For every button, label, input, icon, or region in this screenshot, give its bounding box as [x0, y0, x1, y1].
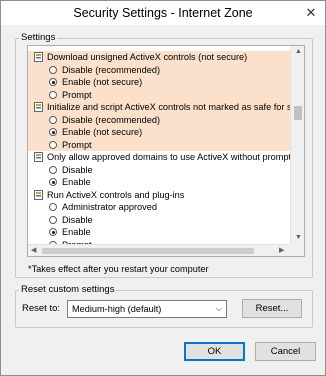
horizontal-scroll-thumb[interactable]	[42, 248, 254, 254]
close-button[interactable]: ✕	[303, 5, 319, 21]
setting-header-label: Download unsigned ActiveX controls (not …	[47, 52, 248, 62]
radio-selected-icon[interactable]	[49, 78, 57, 86]
vertical-scroll-thumb[interactable]	[294, 106, 302, 120]
setting-option-label: Disable (recommended)	[62, 64, 161, 75]
reset-level-select[interactable]: Medium-high (default) ⌵	[67, 300, 227, 318]
setting-option-label: Enable (not secure)	[62, 77, 143, 87]
ok-button[interactable]: OK	[184, 342, 245, 361]
radio-unselected-icon[interactable]	[49, 165, 57, 174]
scrollbar-corner	[290, 244, 304, 256]
security-settings-dialog: Security Settings - Internet Zone ✕ Sett…	[0, 0, 326, 376]
reset-to-label: Reset to:	[22, 303, 61, 314]
horizontal-scrollbar[interactable]: ◀ ▶	[28, 244, 290, 256]
scroll-up-arrow-icon[interactable]: ▲	[295, 47, 302, 57]
setting-option-label: Prompt	[62, 139, 92, 150]
scroll-left-arrow-icon[interactable]: ◀	[31, 246, 36, 256]
cancel-button[interactable]: Cancel	[255, 342, 316, 361]
setting-option-label: Enable (not secure)	[62, 127, 143, 137]
setting-header: Initialize and script ActiveX controls n…	[28, 101, 290, 114]
scroll-right-arrow-icon[interactable]: ▶	[279, 246, 284, 256]
setting-header-label: Initialize and script ActiveX controls n…	[47, 102, 290, 112]
setting-header-label: Run ActiveX controls and plug-ins	[47, 189, 185, 200]
setting-header-label: Only allow approved domains to use Activ…	[47, 152, 290, 162]
setting-option-label: Administrator approved	[62, 202, 157, 212]
settings-icon	[34, 52, 43, 62]
vertical-scrollbar[interactable]: ▲ ▼	[290, 46, 304, 244]
radio-unselected-icon[interactable]	[49, 65, 57, 74]
setting-option-label: Disable (recommended)	[62, 114, 161, 125]
radio-unselected-icon[interactable]	[49, 203, 57, 211]
setting-option[interactable]: Prompt	[28, 138, 290, 151]
setting-option-label: Enable	[62, 227, 91, 237]
reset-button[interactable]: Reset...	[242, 299, 302, 318]
setting-option-label: Prompt	[62, 89, 92, 100]
radio-selected-icon[interactable]	[49, 128, 57, 136]
settings-group-label: Settings	[19, 32, 58, 43]
radio-selected-icon[interactable]	[49, 228, 57, 236]
window-title: Security Settings - Internet Zone	[73, 6, 253, 20]
title-bar: Security Settings - Internet Zone ✕	[1, 1, 325, 25]
setting-option[interactable]: Disable (recommended)	[28, 113, 290, 126]
setting-option[interactable]: Disable (recommended)	[28, 63, 290, 76]
settings-icon	[34, 102, 43, 112]
radio-unselected-icon[interactable]	[49, 115, 57, 124]
settings-icon	[34, 189, 43, 200]
reset-group-label: Reset custom settings	[19, 284, 117, 295]
chevron-down-icon: ⌵	[215, 304, 222, 313]
setting-option-label: Disable	[62, 214, 93, 225]
setting-option[interactable]: Prompt	[28, 88, 290, 101]
reset-level-value: Medium-high (default)	[72, 304, 162, 314]
setting-option-label: Disable	[62, 164, 93, 175]
radio-unselected-icon[interactable]	[49, 140, 57, 149]
settings-icon	[34, 152, 43, 162]
radio-selected-icon[interactable]	[49, 178, 57, 186]
radio-unselected-icon[interactable]	[49, 90, 57, 99]
setting-option-label: Enable	[62, 177, 91, 187]
setting-header: Download unsigned ActiveX controls (not …	[28, 51, 290, 64]
settings-list: Download unsigned ActiveX controls (not …	[28, 46, 290, 244]
settings-listbox[interactable]: Download unsigned ActiveX controls (not …	[27, 45, 305, 257]
setting-option[interactable]: Enable (not secure)	[28, 76, 290, 89]
scroll-down-arrow-icon[interactable]: ▼	[295, 233, 302, 243]
restart-note: *Takes effect after you restart your com…	[28, 264, 209, 274]
setting-option[interactable]: Enable (not secure)	[28, 126, 290, 139]
radio-unselected-icon[interactable]	[49, 215, 57, 224]
